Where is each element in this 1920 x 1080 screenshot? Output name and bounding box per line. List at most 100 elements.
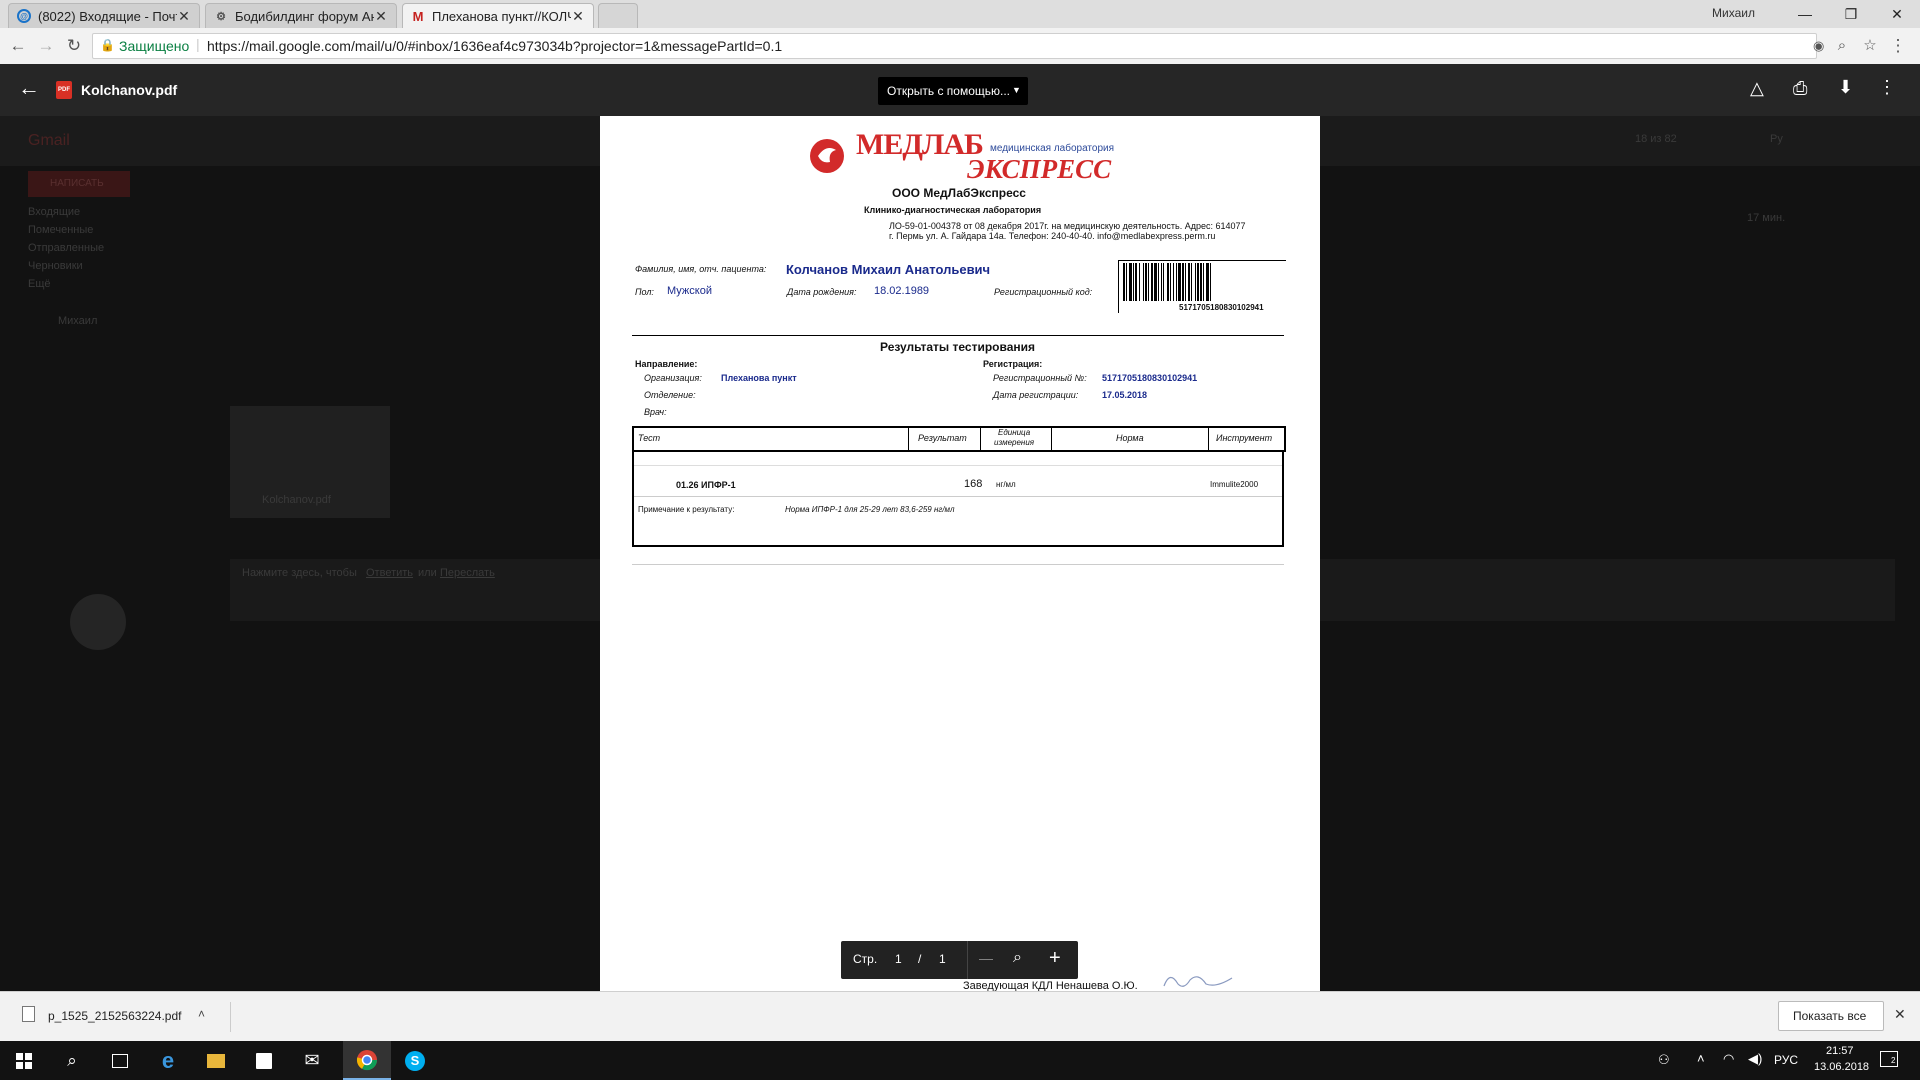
reply-link[interactable]: Ответить: [366, 567, 413, 579]
bookmark-star-icon[interactable]: ☆: [1858, 34, 1882, 58]
chevron-up-icon[interactable]: ˄: [198, 1007, 205, 1021]
close-icon[interactable]: ✕: [374, 8, 388, 25]
back-icon[interactable]: ←: [6, 34, 30, 58]
current-page[interactable]: 1: [895, 952, 902, 966]
divider: [967, 941, 968, 979]
tab-gmail[interactable]: M Плеханова пункт//КОЛЧ ✕: [402, 3, 594, 28]
restore-icon[interactable]: ❐: [1828, 2, 1874, 26]
forward-link[interactable]: Переслать: [440, 567, 495, 579]
zoom-icon[interactable]: ⌕: [1830, 34, 1854, 58]
row-result: 168: [964, 478, 983, 490]
account-name[interactable]: Михаил: [58, 315, 97, 327]
folder-drafts[interactable]: Черновики: [28, 260, 104, 278]
tab-forum[interactable]: ⚙ Бодибилдинг форум Ан ✕: [205, 3, 397, 28]
page-label: Стр.: [853, 952, 878, 966]
volume-icon[interactable]: ◀): [1748, 1051, 1762, 1067]
close-icon[interactable]: ✕: [177, 8, 191, 25]
drive-add-icon[interactable]: △: [1750, 78, 1764, 99]
direction-label: Направление:: [635, 359, 698, 369]
time-ago: 17 мин.: [1747, 212, 1786, 224]
minimize-icon[interactable]: —: [1782, 2, 1828, 26]
attachment-thumbnail[interactable]: Kolchanov.pdf: [230, 406, 390, 518]
wifi-icon[interactable]: ◠: [1723, 1051, 1734, 1067]
print-icon[interactable]: ⎙: [1793, 78, 1807, 99]
url-text[interactable]: https://mail.google.com/mail/u/0/#inbox/…: [207, 38, 782, 54]
row-instrument: Immulite2000: [1210, 480, 1259, 489]
regdate-value: 17.05.2018: [1102, 390, 1148, 400]
taskbar: ⌕ e ✉ S ⚇ ˄ ◠ ◀) РУС 21:57 13.06.2018 2: [0, 1041, 1920, 1080]
divider: [230, 1002, 231, 1032]
org-value: Плеханова пункт: [721, 373, 797, 383]
open-with-button[interactable]: Открыть с помощью... ▼: [878, 77, 1028, 105]
open-with-label: Открыть с помощью...: [887, 84, 1011, 98]
header-unit-line1: Единица: [998, 428, 1031, 437]
more-options-icon[interactable]: ⋮: [1878, 77, 1896, 98]
divider: [632, 335, 1284, 336]
pagination: 18 из 82: [1635, 133, 1677, 145]
show-all-button[interactable]: Показать все: [1778, 1001, 1884, 1031]
close-window-icon[interactable]: ✕: [1874, 2, 1920, 26]
zoom-icon[interactable]: ⌕: [1013, 949, 1022, 967]
profile-name[interactable]: Михаил: [1712, 6, 1755, 20]
pdf-viewer-header: ← PDF Kolchanov.pdf Открыть с помощью...…: [0, 64, 1920, 116]
header-norm: Норма: [1116, 433, 1144, 443]
separator: |: [196, 36, 200, 52]
back-arrow-icon[interactable]: ←: [18, 77, 40, 99]
pdf-page: МЕДЛАБ медицинская лаборатория ЭКСПРЕСС …: [600, 116, 1320, 992]
signature-image: [1163, 976, 1233, 987]
clock-time[interactable]: 21:57: [1826, 1045, 1854, 1057]
header-instrument: Инструмент: [1216, 433, 1273, 443]
total-pages: 1: [939, 952, 946, 966]
view-icon[interactable]: ◉: [1813, 38, 1824, 54]
close-download-bar-icon[interactable]: ✕: [1894, 1006, 1906, 1023]
windows-start-icon[interactable]: [0, 1041, 48, 1080]
edge-icon[interactable]: e: [144, 1041, 192, 1080]
address-bar[interactable]: 🔒 Защищено | https://mail.google.com/mai…: [92, 33, 1824, 59]
folder-list: Входящие Помеченные Отправленные Чернови…: [28, 206, 104, 296]
browser-tab-strip: @ (8022) Входящие - Почта ✕ ⚙ Бодибилдин…: [0, 0, 1920, 28]
download-filename: p_1525_2152563224.pdf: [48, 1009, 182, 1023]
folder-sent[interactable]: Отправленные: [28, 242, 104, 260]
clock-date[interactable]: 13.06.2018: [1814, 1061, 1869, 1073]
menu-icon[interactable]: ⋮: [1886, 34, 1910, 58]
chrome-icon[interactable]: [343, 1041, 391, 1080]
tab-mail-ru[interactable]: @ (8022) Входящие - Почта ✕: [8, 3, 200, 28]
store-icon[interactable]: [240, 1041, 288, 1080]
notification-count: 2: [1890, 1056, 1897, 1065]
doctor-label: Врач:: [644, 407, 667, 417]
header-test: Тест: [638, 433, 661, 443]
folder-starred[interactable]: Помеченные: [28, 224, 104, 242]
folder-inbox[interactable]: Входящие: [28, 206, 104, 224]
zoom-in-icon[interactable]: +: [1049, 947, 1061, 970]
forum-icon: ⚙: [216, 10, 226, 23]
mail-icon[interactable]: ✉: [288, 1041, 336, 1080]
compose-button[interactable]: НАПИСАТЬ: [28, 171, 130, 197]
skype-icon[interactable]: S: [391, 1041, 439, 1080]
regcode-label: Регистрационный код:: [994, 287, 1093, 297]
close-icon[interactable]: ✕: [571, 8, 585, 25]
gmail-label: Gmail: [28, 132, 70, 149]
file-explorer-icon[interactable]: [192, 1041, 240, 1080]
notifications-icon[interactable]: 2: [1880, 1051, 1898, 1067]
chevron-up-icon[interactable]: ˄: [1697, 1051, 1705, 1066]
lab-type: Клинико-диагностическая лаборатория: [864, 205, 1042, 215]
task-view-icon[interactable]: [96, 1041, 144, 1080]
medlab-logo-icon: [810, 139, 844, 173]
people-icon[interactable]: ⚇: [1658, 1052, 1670, 1068]
compose-label: НАПИСАТЬ: [50, 178, 104, 189]
folder-more[interactable]: Ещё: [28, 278, 104, 296]
col-divider: [1208, 426, 1209, 450]
license-line-1: ЛО-59-01-004378 от 08 декабря 2017г. на …: [889, 221, 1246, 231]
search-icon[interactable]: ⌕: [48, 1041, 96, 1080]
header-unit-line2: измерения: [994, 438, 1035, 447]
new-tab-button[interactable]: [598, 3, 638, 28]
regdate-label: Дата регистрации:: [993, 390, 1079, 400]
language-indicator[interactable]: РУС: [1774, 1053, 1798, 1067]
download-item[interactable]: p_1525_2152563224.pdf ˄: [0, 992, 230, 1042]
zoom-out-icon[interactable]: —: [979, 950, 993, 966]
lock-icon: 🔒: [100, 38, 115, 52]
table-right-border: [1282, 450, 1284, 546]
forward-icon[interactable]: →: [34, 34, 58, 58]
download-icon[interactable]: ⬇: [1838, 77, 1853, 98]
reload-icon[interactable]: ↻: [62, 34, 86, 58]
